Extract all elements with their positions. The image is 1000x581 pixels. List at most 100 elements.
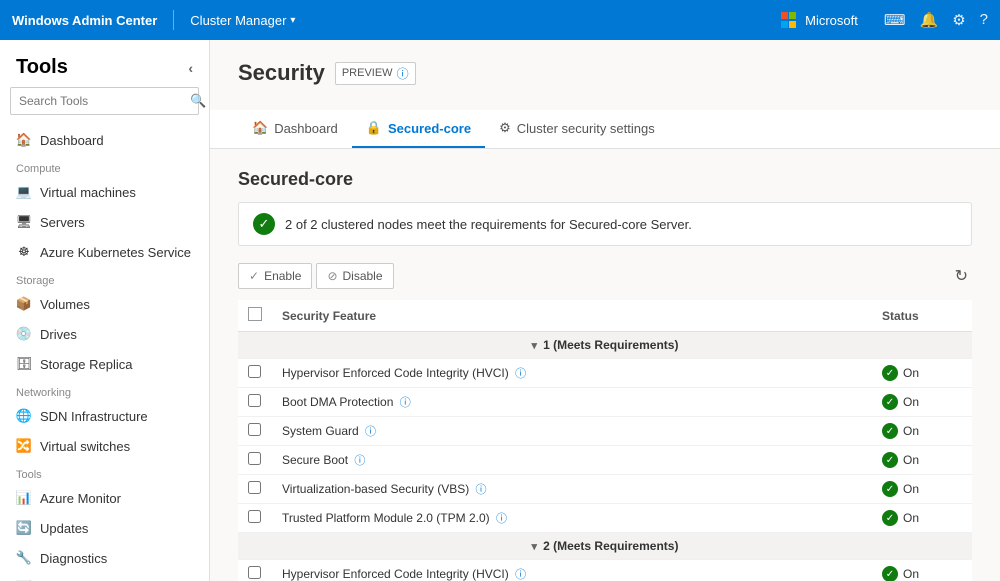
table-group-row[interactable]: ▾2 (Meets Requirements) <box>238 533 972 560</box>
disable-button[interactable]: ⊘ Disable <box>316 263 393 289</box>
feature-info-icon[interactable]: ⓘ <box>365 426 376 438</box>
row-checkbox[interactable] <box>248 365 261 378</box>
header-checkbox[interactable] <box>248 307 262 321</box>
microsoft-logo-icon <box>781 12 797 28</box>
sidebar-item-label: Drives <box>40 327 77 342</box>
table-group-row[interactable]: ▾1 (Meets Requirements) <box>238 332 972 359</box>
page-title: Security <box>238 60 325 86</box>
subnav-cluster-security[interactable]: ⚙ Cluster security settings <box>485 110 669 148</box>
brand-label: Windows Admin Center <box>12 13 157 28</box>
sidebar-item-updates[interactable]: 🔄 Updates <box>0 513 209 543</box>
row-checkbox[interactable] <box>248 423 261 436</box>
sidebar-scroll: 🏠 Dashboard Compute 💻 Virtual machines 🖥… <box>0 125 209 581</box>
sidebar-item-drives[interactable]: 💿 Drives <box>0 319 209 349</box>
feature-info-icon[interactable]: ⓘ <box>496 513 507 525</box>
enable-label: Enable <box>264 269 301 283</box>
main-content: Secured-core ✓ 2 of 2 clustered nodes me… <box>210 149 1000 581</box>
row-checkbox-cell[interactable] <box>238 504 272 533</box>
sidebar-item-servers[interactable]: 🖥 Servers <box>0 207 209 237</box>
updates-icon: 🔄 <box>16 520 32 536</box>
row-checkbox-cell[interactable] <box>238 417 272 446</box>
page-title-row: Security PREVIEW ⓘ <box>238 60 972 86</box>
sdn-icon: 🌐 <box>16 408 32 424</box>
feature-info-icon[interactable]: ⓘ <box>400 397 411 409</box>
table-row: Hypervisor Enforced Code Integrity (HVCI… <box>238 359 972 388</box>
sidebar-item-azure-monitor[interactable]: 📊 Azure Monitor <box>0 483 209 513</box>
sidebar-item-label: Diagnostics <box>40 551 107 566</box>
servers-icon: 🖥 <box>16 214 32 230</box>
row-checkbox[interactable] <box>248 452 261 465</box>
sidebar-section-tools: Tools <box>0 461 209 483</box>
status-on-label: On <box>903 567 919 581</box>
status-on-label: On <box>903 424 919 438</box>
group-chevron-icon: ▾ <box>532 541 538 553</box>
feature-name: System Guard ⓘ <box>272 417 872 446</box>
row-checkbox-cell[interactable] <box>238 560 272 581</box>
status-on-label: On <box>903 453 919 467</box>
feature-name: Boot DMA Protection ⓘ <box>272 388 872 417</box>
sidebar-header: Tools ‹ <box>0 40 209 87</box>
sidebar-item-aks[interactable]: ☸ Azure Kubernetes Service <box>0 237 209 267</box>
microsoft-label: Microsoft <box>805 13 858 28</box>
sub-navigation: 🏠 Dashboard 🔒 Secured-core ⚙ Cluster sec… <box>210 110 1000 149</box>
feature-name: Hypervisor Enforced Code Integrity (HVCI… <box>272 359 872 388</box>
terminal-icon[interactable]: ⌨ <box>884 11 906 29</box>
row-checkbox-cell[interactable] <box>238 475 272 504</box>
table-row: Virtualization-based Security (VBS) ⓘ ✓ … <box>238 475 972 504</box>
sidebar-item-label: Volumes <box>40 297 90 312</box>
status-on-icon: ✓ <box>882 394 898 410</box>
sidebar-item-virtual-machines[interactable]: 💻 Virtual machines <box>0 177 209 207</box>
row-checkbox[interactable] <box>248 566 261 579</box>
sidebar-item-volumes[interactable]: 📦 Volumes <box>0 289 209 319</box>
row-checkbox-cell[interactable] <box>238 446 272 475</box>
feature-info-icon[interactable]: ⓘ <box>476 484 487 496</box>
sidebar-item-performance-monitor[interactable]: 📈 Performance Monitor <box>0 573 209 581</box>
sidebar-item-label: Virtual switches <box>40 439 130 454</box>
content-area: Security PREVIEW ⓘ 🏠 Dashboard 🔒 Secured… <box>210 40 1000 581</box>
row-checkbox[interactable] <box>248 481 261 494</box>
table-row: Secure Boot ⓘ ✓ On <box>238 446 972 475</box>
storage-replica-icon: 🗄 <box>16 356 32 372</box>
table-row: Boot DMA Protection ⓘ ✓ On <box>238 388 972 417</box>
bell-icon[interactable]: 🔔 <box>920 11 939 29</box>
enable-button[interactable]: ✓ Enable <box>238 263 312 289</box>
help-icon[interactable]: ? <box>980 11 988 29</box>
sidebar-item-dashboard[interactable]: 🏠 Dashboard <box>0 125 209 155</box>
row-checkbox[interactable] <box>248 510 261 523</box>
sidebar-item-virtual-switches[interactable]: 🔀 Virtual switches <box>0 431 209 461</box>
toolbar: ✓ Enable ⊘ Disable ↻ <box>238 262 972 290</box>
topbar-icon-group: ⌨ 🔔 ⚙ ? <box>884 11 988 29</box>
sidebar-item-sdn[interactable]: 🌐 SDN Infrastructure <box>0 401 209 431</box>
sidebar-item-label: Storage Replica <box>40 357 133 372</box>
feature-status: ✓ On <box>872 560 972 581</box>
sidebar-item-storage-replica[interactable]: 🗄 Storage Replica <box>0 349 209 379</box>
col-header-status: Status <box>872 300 972 332</box>
gear-icon[interactable]: ⚙ <box>952 11 965 29</box>
search-input[interactable] <box>11 89 182 113</box>
volumes-icon: 📦 <box>16 296 32 312</box>
sidebar-section-storage: Storage <box>0 267 209 289</box>
sidebar-item-label: Dashboard <box>40 133 104 148</box>
subnav-secured-core[interactable]: 🔒 Secured-core <box>352 110 485 148</box>
sidebar-item-diagnostics[interactable]: 🔧 Diagnostics <box>0 543 209 573</box>
feature-status: ✓ On <box>872 446 972 475</box>
sidebar-item-label: Azure Monitor <box>40 491 121 506</box>
feature-info-icon[interactable]: ⓘ <box>515 569 526 581</box>
status-on-icon: ✓ <box>882 566 898 581</box>
sidebar-title: Tools <box>16 56 68 79</box>
aks-icon: ☸ <box>16 244 32 260</box>
subnav-cluster-security-icon: ⚙ <box>499 120 511 136</box>
row-checkbox[interactable] <box>248 394 261 407</box>
status-on-icon: ✓ <box>882 423 898 439</box>
subnav-dashboard[interactable]: 🏠 Dashboard <box>238 110 352 148</box>
refresh-button[interactable]: ↻ <box>951 262 972 290</box>
group-chevron-icon: ▾ <box>532 340 538 352</box>
search-icon: 🔍 <box>182 88 210 114</box>
preview-info-icon[interactable]: ⓘ <box>397 65 409 82</box>
feature-info-icon[interactable]: ⓘ <box>515 368 526 380</box>
sidebar-collapse-button[interactable]: ‹ <box>188 60 193 76</box>
row-checkbox-cell[interactable] <box>238 388 272 417</box>
cluster-manager-label[interactable]: Cluster Manager ▾ <box>190 13 295 28</box>
feature-info-icon[interactable]: ⓘ <box>354 455 365 467</box>
row-checkbox-cell[interactable] <box>238 359 272 388</box>
